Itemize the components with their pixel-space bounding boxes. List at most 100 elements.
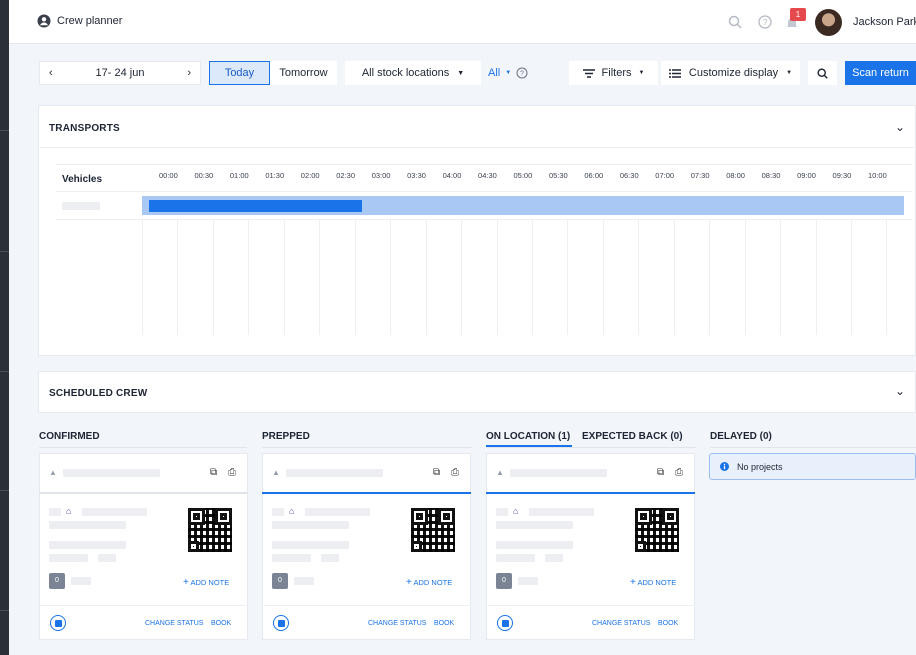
time-tick: 07:30: [690, 171, 710, 180]
chevron-right-icon[interactable]: ›: [187, 67, 191, 79]
add-note-button[interactable]: + ADD NOTE: [630, 577, 676, 588]
search-icon[interactable]: [728, 15, 742, 29]
help-icon[interactable]: ?: [516, 67, 528, 79]
scheduled-crew-panel: [38, 371, 916, 413]
chevron-down-icon[interactable]: ⌄: [895, 120, 905, 134]
transport-bar[interactable]: [149, 200, 362, 212]
assign-crew-icon[interactable]: [273, 615, 289, 631]
external-link-icon[interactable]: ⧉: [657, 467, 664, 478]
transports-panel: [38, 105, 916, 356]
placeholder: [272, 508, 284, 516]
warehouse-icon: ⌂: [66, 506, 72, 516]
print-icon[interactable]: ⎙: [675, 467, 683, 478]
plus-icon: +: [406, 577, 412, 588]
change-status-button[interactable]: CHANGE STATUS: [592, 620, 650, 627]
help-icon[interactable]: ?: [758, 15, 772, 29]
time-tick: 05:00: [513, 171, 533, 180]
book-button[interactable]: BOOK: [434, 620, 454, 627]
filters-button[interactable]: Filters ▼: [569, 61, 658, 85]
book-button[interactable]: BOOK: [658, 620, 678, 627]
placeholder: [82, 508, 147, 516]
today-button[interactable]: Today: [209, 61, 270, 85]
date-range-picker[interactable]: ‹ 17- 24 jun ›: [39, 61, 201, 85]
grid-line: [248, 220, 250, 335]
time-tick: 09:30: [832, 171, 852, 180]
caret-down-icon: ▼: [457, 69, 465, 77]
stock-location-label: All stock locations: [361, 67, 450, 79]
vehicles-label: Vehicles: [62, 174, 103, 185]
time-tick: 04:00: [442, 171, 462, 180]
placeholder: [49, 508, 61, 516]
time-tick: 08:30: [761, 171, 781, 180]
crew-count-badge: 0: [496, 573, 512, 589]
grid-line: [886, 220, 888, 335]
stock-location-select[interactable]: All stock locations ▼: [345, 61, 481, 85]
project-name-placeholder: [286, 469, 383, 477]
change-status-button[interactable]: CHANGE STATUS: [145, 620, 203, 627]
external-link-icon[interactable]: ⧉: [433, 467, 440, 478]
search-icon: [817, 67, 828, 79]
placeholder: [321, 554, 339, 562]
print-icon[interactable]: ⎙: [451, 467, 459, 478]
placeholder: [49, 541, 126, 549]
add-note-label: ADD NOTE: [413, 578, 453, 587]
grid-line: [851, 220, 852, 335]
book-button[interactable]: BOOK: [211, 620, 231, 627]
time-tick: 07:00: [655, 171, 675, 180]
grid-line: [815, 220, 817, 335]
chevron-down-icon[interactable]: ⌄: [895, 384, 905, 398]
grid-line: [744, 220, 746, 335]
grid-line: [673, 220, 675, 335]
column-delayed: DELAYED (0): [710, 431, 772, 442]
chevron-left-icon[interactable]: ‹: [49, 67, 53, 79]
plus-icon: +: [630, 577, 636, 588]
time-tick: 10:00: [868, 171, 887, 180]
grid-line: [319, 220, 321, 335]
search-button[interactable]: [808, 61, 837, 85]
time-tick: 08:00: [726, 171, 745, 180]
all-select[interactable]: All ▼ ?: [488, 67, 528, 79]
card-divider: [262, 492, 471, 494]
tab-on-location[interactable]: ON LOCATION (1): [486, 431, 570, 442]
scan-return-button[interactable]: Scan return: [845, 61, 916, 85]
add-note-button[interactable]: + ADD NOTE: [183, 577, 229, 588]
grid-line: [212, 220, 214, 335]
grid-line: [461, 220, 463, 335]
print-icon[interactable]: ⎙: [228, 467, 236, 478]
assign-crew-icon[interactable]: [50, 615, 66, 631]
customize-display-button[interactable]: Customize display ▼: [661, 61, 800, 85]
caret-down-icon: ▼: [638, 70, 645, 76]
crew-count-badge: 0: [49, 573, 65, 589]
add-note-label: ADD NOTE: [637, 578, 677, 587]
placeholder: [496, 541, 573, 549]
placeholder: [49, 554, 88, 562]
external-link-icon[interactable]: ⧉: [210, 467, 217, 478]
divider: [56, 164, 912, 165]
assign-crew-icon[interactable]: [497, 615, 513, 631]
change-status-button[interactable]: CHANGE STATUS: [368, 620, 426, 627]
info-icon: [720, 462, 729, 471]
placeholder: [98, 554, 116, 562]
grid-line: [780, 220, 782, 335]
page-title-group: Crew planner: [37, 14, 122, 28]
placeholder: [305, 508, 370, 516]
no-projects-notice: No projects: [709, 453, 916, 480]
placeholder: [545, 554, 563, 562]
add-note-button[interactable]: + ADD NOTE: [406, 577, 452, 588]
user-name[interactable]: Jackson Parke: [853, 16, 916, 28]
avatar[interactable]: [815, 9, 842, 36]
grid-line: [709, 220, 711, 335]
project-name-placeholder: [510, 469, 607, 477]
grid-line: [283, 220, 285, 335]
tab-expected-back[interactable]: EXPECTED BACK (0): [582, 431, 683, 442]
placeholder: [294, 577, 314, 585]
qr-code: [411, 508, 455, 552]
divider: [39, 605, 248, 606]
grid-line: [602, 220, 604, 335]
shapes-icon: ▲: [496, 468, 504, 477]
divider: [710, 447, 916, 448]
time-tick: 03:30: [407, 171, 426, 180]
tomorrow-button[interactable]: Tomorrow: [270, 61, 337, 85]
plus-icon: +: [183, 577, 189, 588]
project-name-placeholder: [63, 469, 160, 477]
